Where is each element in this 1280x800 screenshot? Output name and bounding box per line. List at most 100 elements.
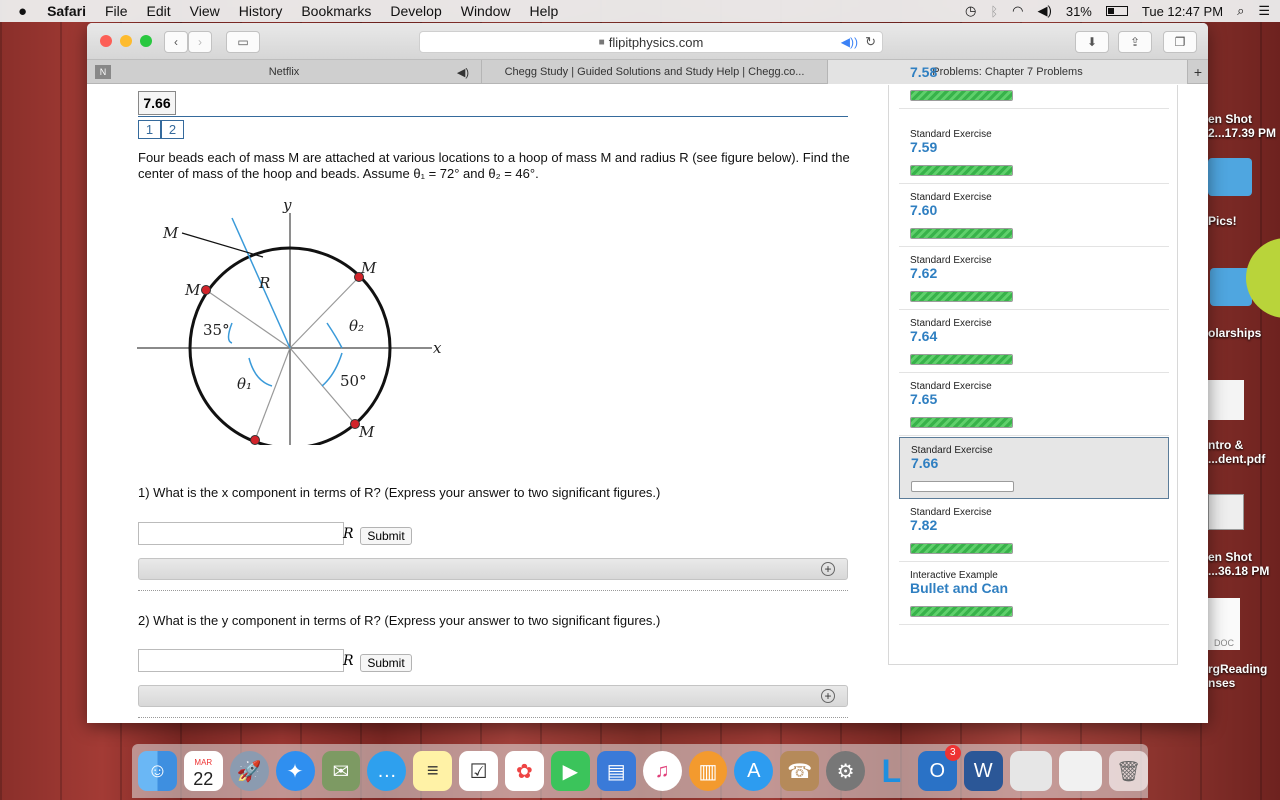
exercise-list: 7.58 Standard Exercise 7.59 Standard Exe… (888, 64, 1178, 665)
finder-icon[interactable]: ☺ (138, 751, 177, 791)
theta2-label: θ₂ (349, 317, 364, 335)
progress-fill (911, 292, 1012, 301)
clock[interactable]: Tue 12:47 PM (1142, 4, 1223, 19)
menu-help[interactable]: Help (530, 3, 559, 19)
calendar-icon[interactable]: MAR 22 (183, 751, 223, 791)
answer-x-input[interactable] (138, 522, 344, 545)
menu-history[interactable]: History (239, 3, 283, 19)
progress-bar (910, 606, 1013, 617)
exercise-item-7-58[interactable]: 7.58 (899, 47, 1169, 109)
desktop-icon-screenshot-2[interactable]: en Shot ...36.18 PM (1208, 550, 1269, 578)
expand-bar-1[interactable]: + (138, 558, 848, 580)
desktop-icon-intro-pdf[interactable]: ntro & ...dent.pdf (1208, 438, 1265, 466)
answer-y-input[interactable] (138, 649, 344, 672)
progress-bar (910, 228, 1013, 239)
launchpad-icon[interactable]: 🚀 (229, 751, 269, 791)
keynote-icon[interactable]: ▤ (596, 751, 636, 791)
forward-button[interactable]: › (188, 31, 212, 53)
exercise-item-7-66[interactable]: Standard Exercise 7.66 (899, 437, 1169, 499)
progress-bar (910, 417, 1013, 428)
exercise-item-7-59[interactable]: Standard Exercise 7.59 (899, 122, 1169, 184)
calendar-day: 22 (193, 769, 214, 789)
exercise-item-7-82[interactable]: Standard Exercise 7.82 (899, 500, 1169, 562)
apple-menu-icon[interactable]: ● (18, 3, 27, 20)
answer-unit-r: R (343, 526, 354, 542)
battery-icon[interactable] (1105, 6, 1128, 16)
word-icon[interactable]: W (963, 751, 1003, 791)
audio-playing-icon[interactable]: ◀)) (841, 35, 858, 49)
document-thumbnail-icon[interactable] (1208, 380, 1244, 420)
exercise-item-7-65[interactable]: Standard Exercise 7.65 (899, 374, 1169, 436)
spotlight-icon[interactable]: ⌕ (1237, 3, 1244, 19)
page-content: 7.66 1 2 Four beads each of mass M are a… (87, 64, 1208, 723)
submit-button-1[interactable]: Submit (360, 527, 412, 545)
close-window-button[interactable] (100, 35, 112, 47)
app-store-icon[interactable]: A (734, 751, 774, 791)
trash-icon[interactable]: 🗑 (1109, 751, 1149, 791)
menu-window[interactable]: Window (461, 3, 511, 19)
outlook-icon[interactable]: O3 (917, 745, 961, 791)
plus-icon[interactable]: + (821, 689, 835, 703)
tab-netflix[interactable]: N Netflix ◀) (87, 60, 482, 84)
messages-icon[interactable]: … (367, 751, 407, 791)
exercise-item-7-62[interactable]: Standard Exercise 7.62 (899, 248, 1169, 310)
menu-app-name[interactable]: Safari (47, 3, 86, 19)
menu-bookmarks[interactable]: Bookmarks (301, 3, 371, 19)
facetime-icon[interactable]: ▶ (550, 751, 590, 791)
tab-audio-icon[interactable]: ◀) (457, 66, 469, 79)
submit-button-2[interactable]: Submit (360, 654, 412, 672)
exercise-item-7-64[interactable]: Standard Exercise 7.64 (899, 311, 1169, 373)
part-tabs: 1 2 (138, 120, 184, 139)
back-button[interactable]: ‹ (164, 31, 188, 53)
mail-icon[interactable]: ✉ (321, 751, 361, 791)
lock-icon: ■ (598, 36, 605, 48)
battery-percent[interactable]: 31% (1066, 4, 1092, 19)
photos-icon[interactable]: ✿ (505, 751, 544, 791)
menu-develop[interactable]: Develop (390, 3, 441, 19)
desktop-icon-screenshot-1[interactable]: en Shot 2...17.39 PM (1208, 112, 1280, 140)
plus-icon[interactable]: + (821, 562, 835, 576)
document-stack-icon[interactable] (1059, 751, 1103, 791)
desktop-folder-icon[interactable] (1208, 158, 1252, 196)
notes-icon[interactable]: ≡ (413, 751, 453, 791)
address-bar[interactable]: ■ flipitphysics.com ◀)) ↻ (419, 31, 883, 53)
lync-icon[interactable]: L (872, 751, 911, 791)
itunes-icon[interactable]: ♫ (642, 751, 682, 791)
reminders-icon[interactable]: ☑ (459, 751, 498, 791)
safari-window: ‹ › ▭ ■ flipitphysics.com ◀)) ↻ ⬇ ⇪ ❐ N … (87, 23, 1208, 723)
sidebar-toggle-button[interactable]: ▭ (226, 31, 260, 53)
progress-bar (911, 481, 1014, 492)
contacts-icon[interactable]: ☎ (780, 751, 820, 791)
wifi-icon[interactable]: ◠ (1012, 3, 1023, 19)
tab-chegg[interactable]: Chegg Study | Guided Solutions and Study… (482, 60, 828, 84)
desktop-icon-scholarships[interactable]: olarships (1208, 326, 1261, 340)
volume-icon[interactable]: ◀) (1038, 3, 1052, 19)
exercise-item-bullet-and-can[interactable]: Interactive Example Bullet and Can (899, 563, 1169, 625)
menu-file[interactable]: File (105, 3, 128, 19)
desktop-icon-pics[interactable]: Pics! (1208, 214, 1237, 228)
menu-view[interactable]: View (190, 3, 220, 19)
bead-mass-label: M (358, 423, 375, 441)
exercise-item-7-60[interactable]: Standard Exercise 7.60 (899, 185, 1169, 247)
ibooks-icon[interactable]: ▥ (688, 751, 728, 791)
safari-icon[interactable]: ✦ (275, 751, 315, 791)
doc-file-icon[interactable]: DOC (1208, 598, 1240, 650)
system-preferences-icon[interactable]: ⚙ (826, 751, 865, 791)
zoom-window-button[interactable] (140, 35, 152, 47)
screenshot-stack-icon[interactable] (1009, 751, 1053, 791)
exercise-name: 7.60 (910, 202, 938, 218)
desktop-icon-reading[interactable]: rgReading nses (1208, 662, 1267, 690)
time-machine-icon[interactable]: ◷ (965, 3, 976, 19)
expand-bar-2[interactable]: + (138, 685, 848, 707)
part-tab-2[interactable]: 2 (161, 120, 184, 139)
screenshot-thumbnail-icon[interactable] (1208, 494, 1244, 530)
new-tab-button[interactable]: + (1188, 60, 1208, 84)
reload-icon[interactable]: ↻ (865, 34, 876, 50)
progress-fill (911, 166, 1012, 175)
menu-edit[interactable]: Edit (147, 3, 171, 19)
x-axis-label: x (433, 339, 442, 357)
minimize-window-button[interactable] (120, 35, 132, 47)
part-tab-1[interactable]: 1 (138, 120, 161, 139)
bluetooth-icon[interactable]: ᛒ (990, 4, 998, 19)
notification-center-icon[interactable]: ☰ (1258, 3, 1270, 19)
